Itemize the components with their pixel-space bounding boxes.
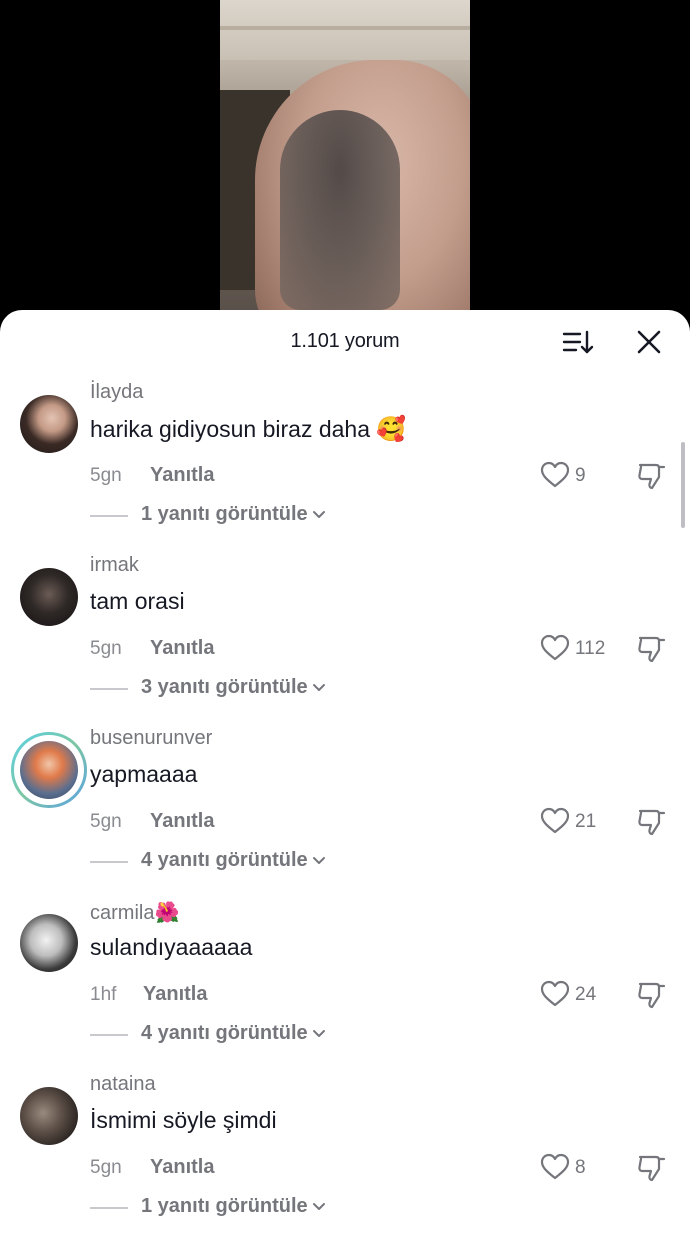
comment-time: 1hf [90,984,117,1005]
comment-emoji: 🥰 [376,416,407,443]
replies-divider [90,861,128,863]
comment-time: 5gn [90,465,122,486]
view-replies-button[interactable]: 3 yanıtı görüntüle [141,676,326,699]
comment-text: yapmaaaa [90,761,198,787]
comments-header: 1.101 yorum [0,310,690,374]
close-icon[interactable] [636,329,662,355]
comment-item: carmila🌺 sulandıyaaaaaa 1hf Yanıtla 24 4… [0,902,690,1087]
comment-item: irmak tam orasi 5gn Yanıtla 112 3 yanıtı… [0,554,690,741]
view-replies-button[interactable]: 4 yanıtı görüntüle [141,849,326,872]
like-count: 112 [575,638,606,659]
like-count: 9 [575,465,586,486]
view-replies-button[interactable]: 1 yanıtı görüntüle [141,503,326,526]
like-count: 21 [575,811,597,832]
replies-divider [90,688,128,690]
hibiscus-emoji: 🌺 [154,902,180,924]
heart-outline-icon[interactable] [540,1153,570,1181]
thumbs-down-icon[interactable] [636,980,666,1010]
chevron-down-icon [312,1202,325,1210]
avatar[interactable] [20,1087,78,1145]
comment-time: 5gn [90,811,122,832]
comment-text: İsmimi söyle şimdi [90,1107,277,1133]
comment-username[interactable]: busenurunver [90,727,212,750]
comment-username[interactable]: irmak [90,554,139,577]
replies-divider [90,1034,128,1036]
view-replies-label: 1 yanıtı görüntüle [141,1195,308,1217]
heart-outline-icon[interactable] [540,980,570,1008]
view-replies-label: 3 yanıtı görüntüle [141,676,308,698]
view-replies-button[interactable]: 4 yanıtı görüntüle [141,1022,326,1045]
video-ceiling [220,0,470,60]
reply-button[interactable]: Yanıtla [150,637,214,660]
reply-button[interactable]: Yanıtla [150,1156,214,1179]
replies-divider [90,1207,128,1209]
reply-button[interactable]: Yanıtla [143,983,207,1006]
comment-time: 5gn [90,1157,122,1178]
view-replies-label: 4 yanıtı görüntüle [141,849,308,871]
comment-item: busenurunver yapmaaaa 5gn Yanıtla 21 4 y… [0,727,690,914]
video-player[interactable] [0,0,690,330]
avatar[interactable] [20,568,78,626]
replies-divider [90,515,128,517]
thumbs-down-icon[interactable] [636,634,666,664]
chevron-down-icon [312,510,325,518]
avatar[interactable] [20,914,78,972]
thumbs-down-icon[interactable] [636,1153,666,1183]
comment-text: harika gidiyosun biraz daha 🥰 [90,415,406,444]
comment-username[interactable]: carmila🌺 [90,900,179,925]
thumbs-down-icon[interactable] [636,807,666,837]
video-frame[interactable] [220,0,470,330]
view-replies-label: 4 yanıtı görüntüle [141,1022,308,1044]
sort-icon[interactable] [562,328,594,356]
comment-username[interactable]: nataina [90,1073,156,1096]
comment-username[interactable]: İlayda [90,381,143,404]
comment-text: sulandıyaaaaaa [90,934,253,960]
heart-outline-icon[interactable] [540,634,570,662]
video-tattoo [280,110,400,310]
comment-time: 5gn [90,638,122,659]
chevron-down-icon [312,683,325,691]
chevron-down-icon [312,856,325,864]
comment-item: nataina İsmimi söyle şimdi 5gn Yanıtla 8… [0,1073,690,1237]
comment-username-text: carmila [90,902,155,924]
view-replies-label: 1 yanıtı görüntüle [141,503,308,525]
view-replies-button[interactable]: 1 yanıtı görüntüle [141,1195,326,1218]
reply-button[interactable]: Yanıtla [150,810,214,833]
comment-item: İlayda harika gidiyosun biraz daha 🥰 5gn… [0,381,690,568]
like-count: 8 [575,1157,586,1178]
comments-panel: 1.101 yorum İlayda harika gidiyosun bira… [0,310,690,1237]
chevron-down-icon [312,1029,325,1037]
comment-text: tam orasi [90,588,185,614]
avatar[interactable] [20,741,78,799]
thumbs-down-icon[interactable] [636,461,666,491]
comment-text-body: harika gidiyosun biraz daha [90,416,371,442]
avatar[interactable] [20,395,78,453]
like-count: 24 [575,984,597,1005]
reply-button[interactable]: Yanıtla [150,464,214,487]
video-ceiling-molding [220,26,470,30]
heart-outline-icon[interactable] [540,807,570,835]
heart-outline-icon[interactable] [540,461,570,489]
